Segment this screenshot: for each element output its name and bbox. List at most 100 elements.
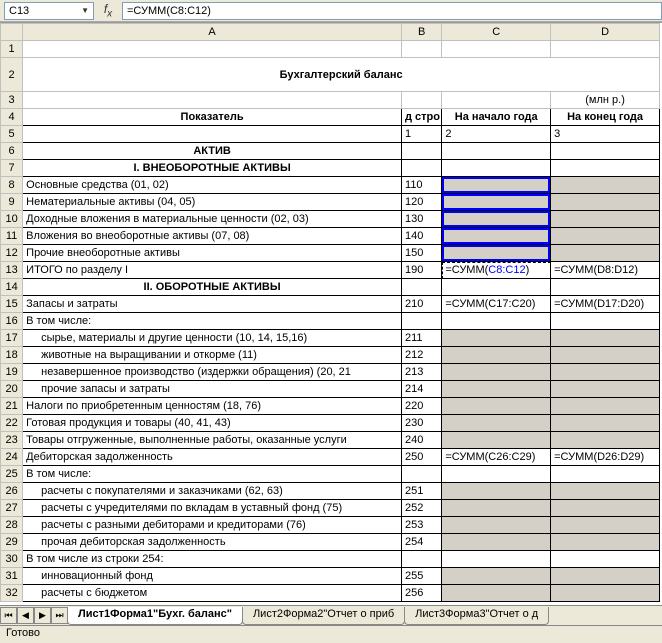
cell[interactable] [402, 160, 442, 177]
cell[interactable] [442, 245, 551, 262]
cell[interactable]: 251 [402, 483, 442, 500]
cell[interactable] [551, 432, 660, 449]
cell[interactable] [442, 364, 551, 381]
cell[interactable]: 252 [402, 500, 442, 517]
cell[interactable] [442, 551, 551, 568]
row-header[interactable]: 5 [1, 126, 23, 143]
row-header[interactable]: 23 [1, 432, 23, 449]
cell[interactable] [551, 415, 660, 432]
cell[interactable]: В том числе: [23, 313, 402, 330]
cell[interactable] [551, 585, 660, 602]
cell[interactable] [551, 177, 660, 194]
cell[interactable] [402, 41, 442, 58]
cell[interactable]: Вложения во внеоборотные активы (07, 08) [23, 228, 402, 245]
cell[interactable] [442, 517, 551, 534]
cell[interactable]: 220 [402, 398, 442, 415]
cell[interactable] [442, 279, 551, 296]
cell[interactable]: (млн р.) [551, 92, 660, 109]
row-header[interactable]: 28 [1, 517, 23, 534]
cell[interactable] [442, 483, 551, 500]
cell[interactable]: Основные средства (01, 02) [23, 177, 402, 194]
cell[interactable] [551, 211, 660, 228]
cell[interactable]: животные на выращивании и откорме (11) [23, 347, 402, 364]
cell[interactable] [442, 398, 551, 415]
cell[interactable] [551, 500, 660, 517]
cell-active[interactable]: =СУММ(C8:C12) [442, 262, 551, 279]
cell[interactable]: На конец года [551, 109, 660, 126]
cell[interactable]: Показатель [23, 109, 402, 126]
row-header[interactable]: 6 [1, 143, 23, 160]
row-header[interactable]: 30 [1, 551, 23, 568]
cell[interactable] [551, 364, 660, 381]
cell[interactable] [551, 483, 660, 500]
cell[interactable]: =СУММ(C17:C20) [442, 296, 551, 313]
cell[interactable]: 211 [402, 330, 442, 347]
sheet-tab-3[interactable]: Лист3Форма3"Отчет о д [404, 607, 549, 625]
row-header[interactable]: 32 [1, 585, 23, 602]
row-header[interactable]: 27 [1, 500, 23, 517]
cell[interactable]: =СУММ(D26:D29) [551, 449, 660, 466]
cell[interactable] [551, 568, 660, 585]
cell[interactable] [551, 313, 660, 330]
cell[interactable] [551, 398, 660, 415]
cell[interactable] [442, 228, 551, 245]
cell[interactable]: Прочие внеоборотные активы [23, 245, 402, 262]
cell[interactable] [442, 330, 551, 347]
cell[interactable] [442, 160, 551, 177]
tab-nav-first-icon[interactable]: ⏮ [0, 607, 17, 624]
cell[interactable]: 250 [402, 449, 442, 466]
cell[interactable]: 1 [402, 126, 442, 143]
cell[interactable] [402, 279, 442, 296]
cell[interactable]: 2 [442, 126, 551, 143]
cell[interactable] [551, 228, 660, 245]
cell[interactable]: незавершенное производство (издержки обр… [23, 364, 402, 381]
cell[interactable]: прочие запасы и затраты [23, 381, 402, 398]
cell[interactable]: АКТИВ [23, 143, 402, 160]
row-header[interactable]: 25 [1, 466, 23, 483]
col-header-D[interactable]: D [551, 24, 660, 41]
cell[interactable] [551, 381, 660, 398]
row-header[interactable]: 16 [1, 313, 23, 330]
cell[interactable]: 140 [402, 228, 442, 245]
row-header[interactable]: 20 [1, 381, 23, 398]
cell[interactable] [551, 160, 660, 177]
cell[interactable]: Доходные вложения в материальные ценност… [23, 211, 402, 228]
row-header[interactable]: 4 [1, 109, 23, 126]
cell[interactable]: 212 [402, 347, 442, 364]
tab-nav-next-icon[interactable]: ▶ [34, 607, 51, 624]
cell[interactable] [402, 313, 442, 330]
cell[interactable] [402, 466, 442, 483]
cell[interactable]: прочая дебиторская задолженность [23, 534, 402, 551]
select-all-corner[interactable] [1, 24, 23, 41]
row-header[interactable]: 11 [1, 228, 23, 245]
cell[interactable]: 254 [402, 534, 442, 551]
row-header[interactable]: 3 [1, 92, 23, 109]
cell[interactable] [442, 41, 551, 58]
cell[interactable] [402, 92, 442, 109]
cell[interactable]: ИТОГО по разделу I [23, 262, 402, 279]
cell[interactable]: 253 [402, 517, 442, 534]
cell[interactable] [551, 517, 660, 534]
cell[interactable]: инновационный фонд [23, 568, 402, 585]
cell[interactable] [442, 347, 551, 364]
cell[interactable]: На начало года [442, 109, 551, 126]
cell[interactable] [23, 126, 402, 143]
cell[interactable]: Дебиторская задолженность [23, 449, 402, 466]
cell[interactable]: д стро [402, 109, 442, 126]
cell[interactable]: 213 [402, 364, 442, 381]
row-header[interactable]: 22 [1, 415, 23, 432]
cell[interactable]: 230 [402, 415, 442, 432]
cell[interactable] [442, 534, 551, 551]
cell[interactable]: Товары отгруженные, выполненные работы, … [23, 432, 402, 449]
cell[interactable]: расчеты с покупателями и заказчиками (62… [23, 483, 402, 500]
cell[interactable] [442, 585, 551, 602]
col-header-B[interactable]: B [402, 24, 442, 41]
row-header[interactable]: 15 [1, 296, 23, 313]
cell[interactable] [442, 381, 551, 398]
cell[interactable]: 150 [402, 245, 442, 262]
row-header[interactable]: 17 [1, 330, 23, 347]
cell[interactable]: 214 [402, 381, 442, 398]
cell[interactable]: 190 [402, 262, 442, 279]
dropdown-icon[interactable]: ▼ [81, 6, 89, 15]
cell[interactable]: Готовая продукция и товары (40, 41, 43) [23, 415, 402, 432]
